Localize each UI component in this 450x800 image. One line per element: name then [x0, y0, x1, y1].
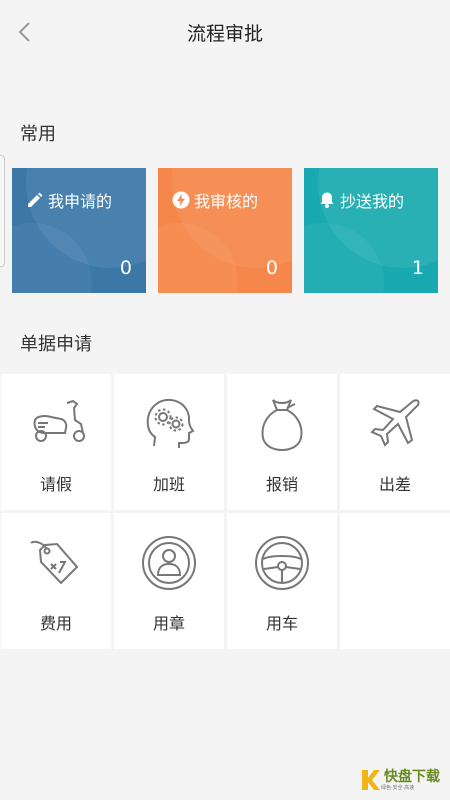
grid-item-label: 报销 [265, 475, 298, 494]
grid-item-label: 用章 [152, 614, 185, 633]
watermark-subtext: 绿色·安全·高速 [381, 784, 415, 791]
pencil-icon [28, 192, 43, 207]
grid-item-label: 出差 [378, 475, 411, 494]
grid-item-label: 请假 [39, 475, 72, 494]
grid-item-overtime[interactable]: 加班 [114, 374, 224, 510]
card-label: 抄送我的 [340, 192, 405, 211]
card-count: 0 [119, 257, 132, 279]
stamp-icon [142, 536, 196, 590]
money-bag-icon [261, 399, 303, 452]
section-title-common: 常用 [20, 124, 56, 145]
card-count: 0 [265, 257, 278, 279]
airplane-icon [370, 399, 420, 447]
grid-item-seal[interactable]: 用章 [114, 513, 224, 649]
watermark-text: 快盘下载 [384, 768, 440, 785]
side-drawer-handle[interactable] [0, 155, 5, 267]
grid-item-empty [340, 513, 450, 649]
scooter-icon [33, 399, 85, 442]
grid-item-label: 用车 [265, 614, 298, 633]
grid-item-expense[interactable]: 费用 [1, 513, 111, 649]
section-title-forms: 单据申请 [20, 334, 92, 355]
grid-item-vehicle[interactable]: 用车 [227, 513, 337, 649]
card-label: 我审核的 [194, 192, 259, 211]
watermark-logo: 快盘下载 绿色·安全·高速 [359, 768, 440, 792]
grid-item-label: 费用 [39, 614, 72, 633]
kuaipan-logo-icon [362, 770, 380, 790]
page-title: 流程审批 [186, 23, 263, 45]
price-tag-icon [30, 540, 79, 585]
lightning-icon [172, 191, 190, 209]
card-cc-to-me[interactable]: 抄送我的 1 [304, 168, 438, 293]
grid-item-leave[interactable]: 请假 [1, 374, 111, 510]
head-gears-icon [146, 398, 195, 448]
steering-wheel-icon [255, 536, 309, 590]
card-label: 我申请的 [48, 192, 113, 211]
grid-item-business-trip[interactable]: 出差 [340, 374, 450, 510]
grid-item-label: 加班 [152, 475, 185, 494]
bell-icon [320, 192, 334, 208]
header-bar: 流程审批 [0, 0, 450, 64]
grid-item-reimburse[interactable]: 报销 [227, 374, 337, 510]
common-cards: 我申请的 0 我审核的 0 抄送我的 1 [12, 168, 438, 293]
card-my-applications[interactable]: 我申请的 0 [12, 168, 146, 293]
card-my-reviews[interactable]: 我审核的 0 [158, 168, 292, 293]
card-count: 1 [411, 257, 424, 279]
